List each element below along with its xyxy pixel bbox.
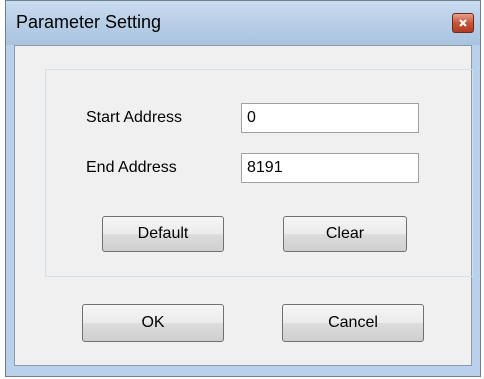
start-address-label: Start Address — [86, 109, 183, 126]
default-button[interactable]: Default — [102, 216, 224, 252]
start-address-input[interactable] — [241, 103, 419, 133]
end-address-input[interactable] — [241, 153, 419, 183]
close-button[interactable] — [452, 13, 474, 33]
parameter-setting-dialog: Parameter Setting Start Address End Addr… — [5, 0, 481, 377]
dialog-client-area: Start Address End Address Default Clear … — [14, 45, 473, 366]
title-bar[interactable]: Parameter Setting — [6, 1, 480, 45]
clear-button[interactable]: Clear — [283, 216, 407, 252]
dialog-title: Parameter Setting — [16, 12, 162, 32]
cancel-button[interactable]: Cancel — [282, 304, 424, 342]
end-address-label: End Address — [86, 159, 177, 176]
ok-button[interactable]: OK — [82, 304, 224, 342]
close-icon — [459, 19, 467, 27]
